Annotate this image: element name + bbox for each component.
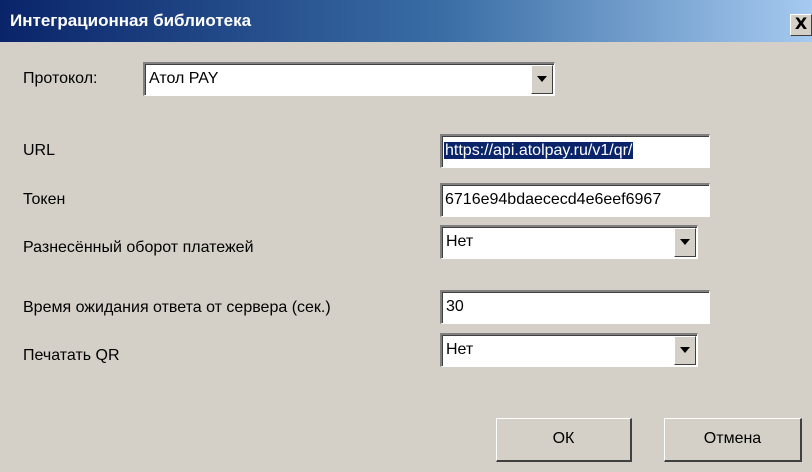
split-payments-dropdown-button[interactable] xyxy=(674,228,696,257)
protocol-label: Протокол: xyxy=(23,70,98,87)
cancel-button[interactable]: Отмена xyxy=(664,418,802,462)
protocol-select[interactable]: Атол PAY xyxy=(143,62,555,96)
timeout-label: Время ожидания ответа от сервера (сек.) xyxy=(23,299,331,316)
url-input[interactable]: https://api.atolpay.ru/v1/qr/ xyxy=(440,134,710,168)
url-value: https://api.atolpay.ru/v1/qr/ xyxy=(444,142,634,159)
chevron-down-icon xyxy=(537,76,547,82)
timeout-input[interactable]: 30 xyxy=(440,290,710,324)
split-payments-value: Нет xyxy=(446,233,474,250)
token-value: 6716e94bdaececd4e6eef6967 xyxy=(445,191,662,208)
print-qr-value: Нет xyxy=(446,341,474,358)
timeout-value: 30 xyxy=(446,298,464,315)
url-field-text: https://api.atolpay.ru/v1/qr/ xyxy=(444,142,634,160)
ok-button[interactable]: ОК xyxy=(496,418,632,462)
print-qr-label: Печатать QR xyxy=(23,347,120,364)
split-payments-select[interactable]: Нет xyxy=(440,225,698,259)
protocol-value: Атол PAY xyxy=(149,70,219,87)
split-payments-label: Разнесённый оборот платежей xyxy=(23,239,254,256)
token-label: Токен xyxy=(23,191,66,208)
window-title: Интеграционная библиотека xyxy=(10,11,252,30)
token-input[interactable]: 6716e94bdaececd4e6eef6967 xyxy=(440,183,710,217)
print-qr-select[interactable]: Нет xyxy=(440,333,698,367)
close-icon: X xyxy=(794,14,808,33)
protocol-dropdown-button[interactable] xyxy=(531,65,553,94)
close-button[interactable]: X xyxy=(790,14,812,36)
url-label: URL xyxy=(23,142,56,159)
chevron-down-icon xyxy=(680,239,690,245)
title-bar: Интеграционная библиотека X xyxy=(0,0,812,42)
print-qr-dropdown-button[interactable] xyxy=(674,336,696,365)
chevron-down-icon xyxy=(680,347,690,353)
